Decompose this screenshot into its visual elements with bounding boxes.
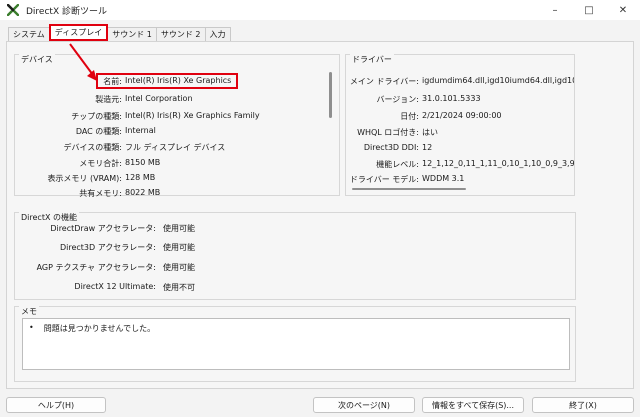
annotation-arrow-icon (69, 43, 97, 81)
